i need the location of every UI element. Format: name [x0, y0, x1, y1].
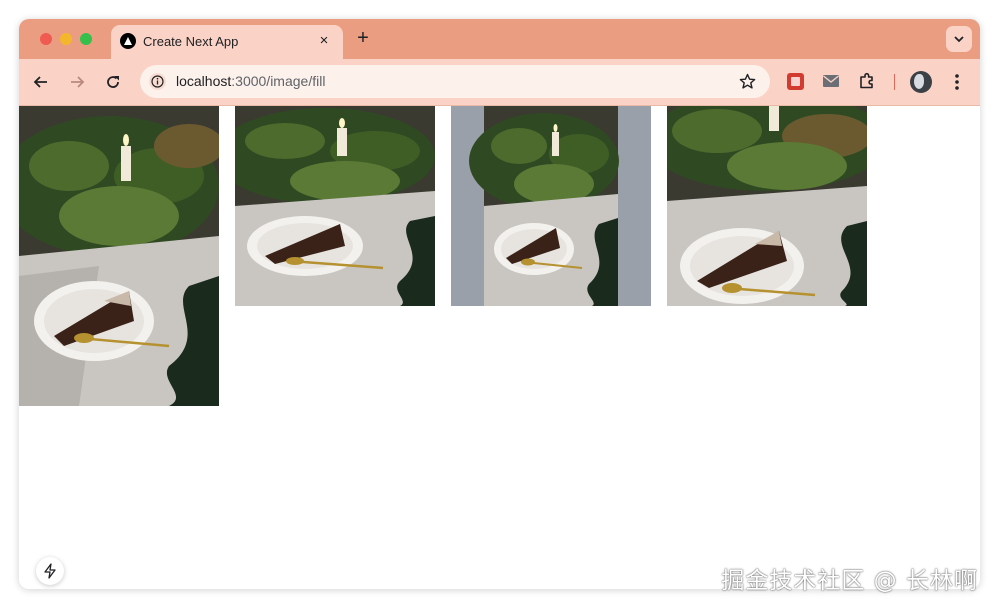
arrow-right-icon — [71, 76, 85, 88]
address-bar[interactable]: localhost:3000/image/fill — [140, 65, 770, 98]
nextjs-favicon-icon — [120, 33, 136, 49]
close-window-button[interactable] — [40, 33, 52, 45]
extensions-puzzle-icon[interactable] — [858, 72, 878, 92]
arrow-left-icon — [33, 76, 47, 88]
browser-window: Create Next App × + localhost:3000/image… — [19, 19, 980, 589]
watermark-text: 掘金技术社区 @ 长林啊 — [721, 568, 978, 594]
tab-search-button[interactable] — [946, 26, 972, 52]
bookmark-star-icon[interactable] — [739, 73, 756, 90]
url-host: localhost — [176, 73, 232, 89]
fill-image-4 — [667, 106, 867, 306]
url-text: localhost:3000/image/fill — [176, 73, 325, 89]
fill-image-3 — [451, 106, 651, 306]
mail-extension-icon[interactable] — [822, 72, 842, 92]
tab-create-next-app[interactable]: Create Next App × — [111, 25, 343, 59]
tab-title: Create Next App — [143, 34, 239, 49]
fill-image-2 — [235, 106, 435, 306]
back-button[interactable] — [30, 71, 52, 93]
more-menu-icon[interactable] — [950, 71, 964, 93]
profile-avatar[interactable] — [910, 71, 932, 93]
new-tab-button[interactable]: + — [354, 28, 372, 48]
extension-red-icon[interactable] — [787, 73, 804, 90]
title-bar: Create Next App × + — [19, 19, 980, 59]
site-info-icon[interactable] — [149, 73, 166, 90]
browser-toolbar: localhost:3000/image/fill — [19, 59, 980, 106]
nextjs-dev-indicator-button[interactable] — [36, 557, 64, 585]
toolbar-separator — [894, 74, 895, 90]
reload-button[interactable] — [102, 71, 124, 93]
chevron-down-icon — [954, 36, 964, 43]
tab-close-icon[interactable]: × — [315, 32, 333, 50]
maximize-window-button[interactable] — [80, 33, 92, 45]
url-path: :3000/image/fill — [231, 73, 326, 89]
forward-button[interactable] — [66, 71, 88, 93]
page-content — [19, 106, 980, 589]
lightning-bolt-icon — [44, 563, 56, 579]
minimize-window-button[interactable] — [60, 33, 72, 45]
fill-image-1 — [19, 106, 219, 406]
reload-icon — [107, 76, 119, 88]
